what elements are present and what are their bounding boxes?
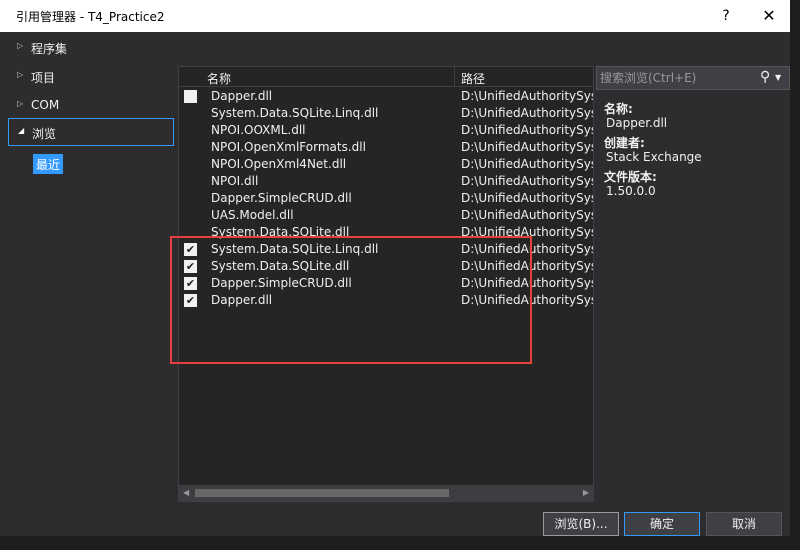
window-title: 引用管理器 - T4_Practice2 — [16, 10, 165, 24]
nav-subitem-recent[interactable]: 最近 — [33, 154, 64, 174]
row-name: System.Data.SQLite.Linq.dll — [211, 106, 379, 120]
background-editor-strip — [790, 0, 800, 550]
title-bar: 引用管理器 - T4_Practice2 ? ✕ — [0, 0, 790, 32]
detail-name-value: Dapper.dll — [606, 116, 668, 130]
scroll-right-icon[interactable]: ▶ — [583, 488, 589, 497]
nav-item-label: 程序集 — [31, 42, 68, 56]
expand-arrow-icon: ▷ — [17, 70, 24, 79]
row-name: NPOI.dll — [211, 174, 259, 188]
row-path: D:\UnifiedAuthoritySyst — [461, 174, 594, 188]
nav-item-com[interactable]: ▷ COM — [8, 92, 174, 120]
table-row[interactable]: NPOI.OpenXml4Net.dll D:\UnifiedAuthorityS… — [179, 156, 594, 173]
table-row[interactable]: NPOI.dll D:\UnifiedAuthoritySyst — [179, 173, 594, 190]
nav-item-label: 浏览 — [32, 127, 57, 141]
scroll-thumb[interactable] — [195, 489, 449, 497]
nav-item-label: COM — [31, 98, 60, 112]
row-path: D:\UnifiedAuthoritySyst — [461, 106, 594, 120]
detail-name-label: 名称: — [604, 102, 633, 116]
search-box[interactable]: ⚲ ▼ — [596, 66, 790, 90]
search-icon[interactable]: ⚲ — [760, 69, 770, 85]
nav-item-projects[interactable]: ▷ 项目 — [8, 63, 174, 91]
cancel-button[interactable]: 取消 — [706, 512, 782, 536]
expand-arrow-icon: ▷ — [17, 99, 24, 108]
nav-item-assemblies[interactable]: ▷ 程序集 — [8, 34, 174, 62]
table-row[interactable]: System.Data.SQLite.Linq.dll D:\UnifiedAut… — [179, 105, 594, 122]
row-name: NPOI.OpenXml4Net.dll — [211, 157, 347, 171]
detail-creator-value: Stack Exchange — [606, 150, 702, 164]
background-editor-bottom — [0, 536, 790, 550]
table-row[interactable]: UAS.Model.dll D:\UnifiedAuthoritySyst — [179, 207, 594, 224]
detail-version-value: 1.50.0.0 — [606, 184, 656, 198]
collapse-arrow-icon: ◢ — [18, 126, 25, 135]
ok-button[interactable]: 确定 — [624, 512, 700, 536]
column-header-name[interactable]: 名称 — [207, 70, 455, 87]
row-path: D:\UnifiedAuthoritySyst — [461, 140, 594, 154]
chevron-down-icon[interactable]: ▼ — [775, 73, 781, 82]
close-button[interactable]: ✕ — [757, 5, 781, 27]
table-row[interactable]: Dapper.SimpleCRUD.dll D:\UnifiedAuthority… — [179, 190, 594, 207]
column-separator[interactable] — [454, 67, 455, 87]
table-row[interactable]: NPOI.OpenXmlFormats.dll D:\UnifiedAuthori… — [179, 139, 594, 156]
browse-button[interactable]: 浏览(B)... — [543, 512, 619, 536]
detail-version-label: 文件版本: — [604, 170, 657, 184]
row-path: D:\UnifiedAuthoritySyst — [461, 208, 594, 222]
table-row[interactable]: Dapper.dll D:\UnifiedAuthoritySyst — [179, 88, 594, 105]
nav-item-browse[interactable]: ◢ 浏览 — [8, 118, 174, 146]
table-row[interactable]: NPOI.OOXML.dll D:\UnifiedAuthoritySyst — [179, 122, 594, 139]
search-input[interactable] — [600, 70, 750, 86]
scroll-left-icon[interactable]: ◀ — [183, 488, 189, 497]
help-button[interactable]: ? — [714, 5, 738, 27]
expand-arrow-icon: ▷ — [17, 41, 24, 50]
horizontal-scrollbar[interactable]: ◀ ▶ — [179, 485, 593, 501]
row-path: D:\UnifiedAuthoritySyst — [461, 157, 594, 171]
list-header: 名称 路径 — [179, 67, 593, 87]
row-name: NPOI.OOXML.dll — [211, 123, 306, 137]
row-name: Dapper.SimpleCRUD.dll — [211, 191, 352, 205]
unchecked-checkbox[interactable] — [184, 90, 197, 103]
left-nav: ▷ 程序集 ▷ 项目 ▷ COM ◢ 浏览 最近 — [8, 32, 176, 502]
column-header-path[interactable]: 路径 — [461, 70, 485, 87]
row-path: D:\UnifiedAuthoritySyst — [461, 191, 594, 205]
row-path: D:\UnifiedAuthoritySyst — [461, 89, 594, 103]
row-path: D:\UnifiedAuthoritySyst — [461, 123, 594, 137]
annotation-highlight-box — [170, 236, 532, 364]
row-name: Dapper.dll — [211, 89, 273, 103]
nav-item-label: 项目 — [31, 71, 56, 85]
row-name: NPOI.OpenXmlFormats.dll — [211, 140, 366, 154]
detail-creator-label: 创建者: — [604, 136, 645, 150]
details-panel: 名称: Dapper.dll 创建者: Stack Exchange 文件版本:… — [604, 100, 784, 202]
row-name: UAS.Model.dll — [211, 208, 294, 222]
